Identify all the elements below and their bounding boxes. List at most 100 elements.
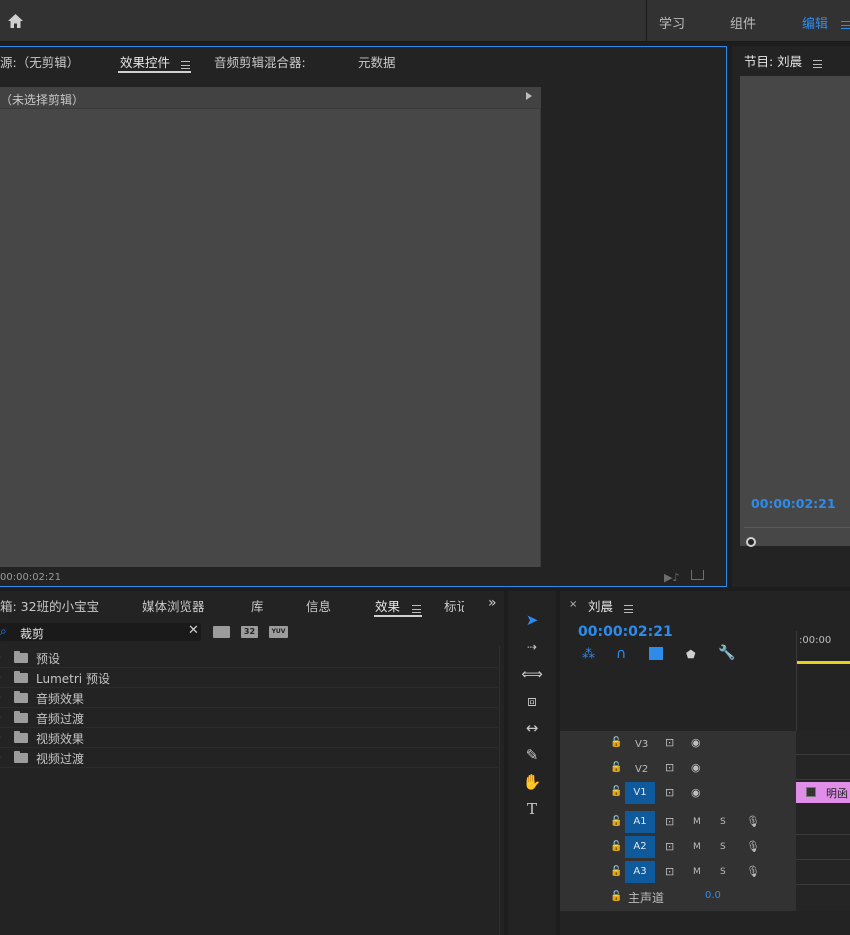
sync-lock-icon[interactable]: ⊡ [665,736,674,749]
tree-item[interactable]: › Lumetri 预设 [0,668,498,688]
export-icon[interactable] [691,570,704,580]
workspace-tab-editing[interactable]: 编辑 [802,13,828,32]
selection-tool-icon[interactable]: ➤ [519,609,545,631]
chevron-right-icon[interactable]: › [0,672,1,683]
chevron-right-icon[interactable]: › [0,712,1,723]
wrench-icon[interactable]: 🔧 [718,645,735,661]
track-target-v1[interactable]: V1 [625,782,655,804]
chevron-right-icon[interactable]: › [0,752,1,763]
solo-button[interactable]: S [720,867,726,877]
tab-metadata[interactable]: 元数据 [358,52,396,71]
expand-arrow-icon[interactable] [526,92,532,100]
program-playhead[interactable] [746,537,756,547]
eye-icon[interactable]: ◉ [691,786,701,799]
microphone-icon[interactable]: 🎙 [746,865,760,878]
sync-lock-icon[interactable]: ⊡ [665,761,674,774]
sync-lock-icon[interactable]: ⊡ [665,840,674,853]
accelerated-effects-icon[interactable] [213,626,230,638]
sync-lock-icon[interactable]: ⊡ [665,815,674,828]
lane-a1[interactable] [796,811,850,835]
tab-markers-clip[interactable]: 标记 [444,596,464,612]
track-target-a1[interactable]: A1 [625,811,655,833]
sync-lock-icon[interactable]: ⊡ [665,786,674,799]
eye-icon[interactable]: ◉ [691,761,701,774]
nest-toggle-icon[interactable]: ⁂ [582,647,595,662]
hand-tool-icon[interactable]: ✋ [519,771,545,793]
slip-tool-icon[interactable]: ↔ [519,717,545,739]
lock-icon[interactable]: 🔓 [610,762,622,773]
lane-v2[interactable] [796,756,850,780]
timeline-timecode[interactable]: 00:00:02:21 [578,624,673,640]
tree-item[interactable]: › 预设 [0,648,498,668]
chevron-right-icon[interactable]: › [0,732,1,743]
tab-effect-controls[interactable]: 效果控件 [120,52,170,71]
lane-v3[interactable] [796,731,850,755]
lane-a3[interactable] [796,861,850,885]
track-target-a2[interactable]: A2 [625,836,655,858]
track-label-v3[interactable]: V3 [635,739,648,750]
program-menu-icon[interactable] [813,59,822,68]
search-input[interactable]: 裁剪 [20,625,44,642]
pen-tool-icon[interactable]: ✎ [519,744,545,766]
tab-effects[interactable]: 效果 [375,596,400,615]
tab-bin[interactable]: 箱: 32班的小宝宝 [0,596,99,615]
lock-icon[interactable]: 🔓 [610,786,622,797]
mute-button[interactable]: M [693,842,701,852]
workspace-tab-assembly[interactable]: 组件 [730,13,756,32]
lock-icon[interactable]: 🔓 [610,841,622,852]
lane-a2[interactable] [796,836,850,860]
tab-libraries[interactable]: 库 [251,596,264,615]
video-clip[interactable]: 明函 [796,782,850,803]
workspace-tab-learn[interactable]: 学习 [659,13,685,32]
sync-lock-icon[interactable]: ⊡ [665,865,674,878]
more-tabs-icon[interactable]: » [488,595,497,611]
workspace-menu-icon[interactable] [841,20,850,29]
program-scrub-bar[interactable] [744,527,850,537]
lock-icon[interactable]: 🔓 [610,866,622,877]
home-icon[interactable] [7,13,24,29]
lock-icon[interactable]: 🔓 [610,891,622,902]
tree-item[interactable]: › 音频效果 [0,688,498,708]
track-target-a3[interactable]: A3 [625,861,655,883]
chevron-right-icon[interactable]: › [0,652,1,663]
microphone-icon[interactable]: 🎙 [746,840,760,853]
solo-button[interactable]: S [720,817,726,827]
microphone-icon[interactable]: 🎙 [746,815,760,828]
razor-tool-icon[interactable]: ⧈ [519,690,545,712]
tree-item[interactable]: › 视频效果 [0,728,498,748]
master-volume-value[interactable]: 0.0 [705,890,721,901]
lock-icon[interactable]: 🔓 [610,737,622,748]
yuv-effects-icon[interactable]: YUV [269,626,288,638]
clear-search-icon[interactable]: ✕ [188,623,199,638]
sequence-name[interactable]: 刘晨 [588,596,613,615]
program-timecode[interactable]: 00:00:02:21 [751,496,836,511]
ripple-edit-tool-icon[interactable]: ⟺ [519,663,545,685]
add-marker-icon[interactable]: ⬟ [686,648,696,661]
search-field[interactable]: ⌕ 裁剪 ✕ [0,623,201,641]
tab-audio-clip-mixer[interactable]: 音频剪辑混合器: [214,52,306,71]
tab-info[interactable]: 信息 [306,596,331,615]
eye-icon[interactable]: ◉ [691,736,701,749]
effects-menu-icon[interactable] [412,604,421,613]
linked-selection-icon[interactable] [649,647,663,660]
snap-magnet-icon[interactable]: ∩ [616,646,626,662]
type-tool-icon[interactable]: T [519,798,545,820]
chevron-right-icon[interactable]: › [0,692,1,703]
track-select-tool-icon[interactable]: ⇢ [519,636,545,658]
32bit-effects-icon[interactable]: 32 [241,626,258,638]
tab-markers[interactable]: 标记 [444,599,464,612]
tree-item[interactable]: › 音频过渡 [0,708,498,728]
tab-source[interactable]: 源:（无剪辑） [0,52,79,71]
play-only-audio-icon[interactable]: ▶♪ [664,571,679,584]
playhead-bar[interactable] [797,661,850,664]
solo-button[interactable]: S [720,842,726,852]
mute-button[interactable]: M [693,817,701,827]
track-label-v2[interactable]: V2 [635,764,648,775]
mute-button[interactable]: M [693,867,701,877]
tree-item[interactable]: › 视频过渡 [0,748,498,768]
timeline-ruler[interactable]: :00:00 [796,631,850,731]
close-sequence-icon[interactable]: × [569,599,577,610]
tab-menu-icon[interactable] [181,60,190,69]
lock-icon[interactable]: 🔓 [610,816,622,827]
tab-media-browser[interactable]: 媒体浏览器 [142,596,205,615]
